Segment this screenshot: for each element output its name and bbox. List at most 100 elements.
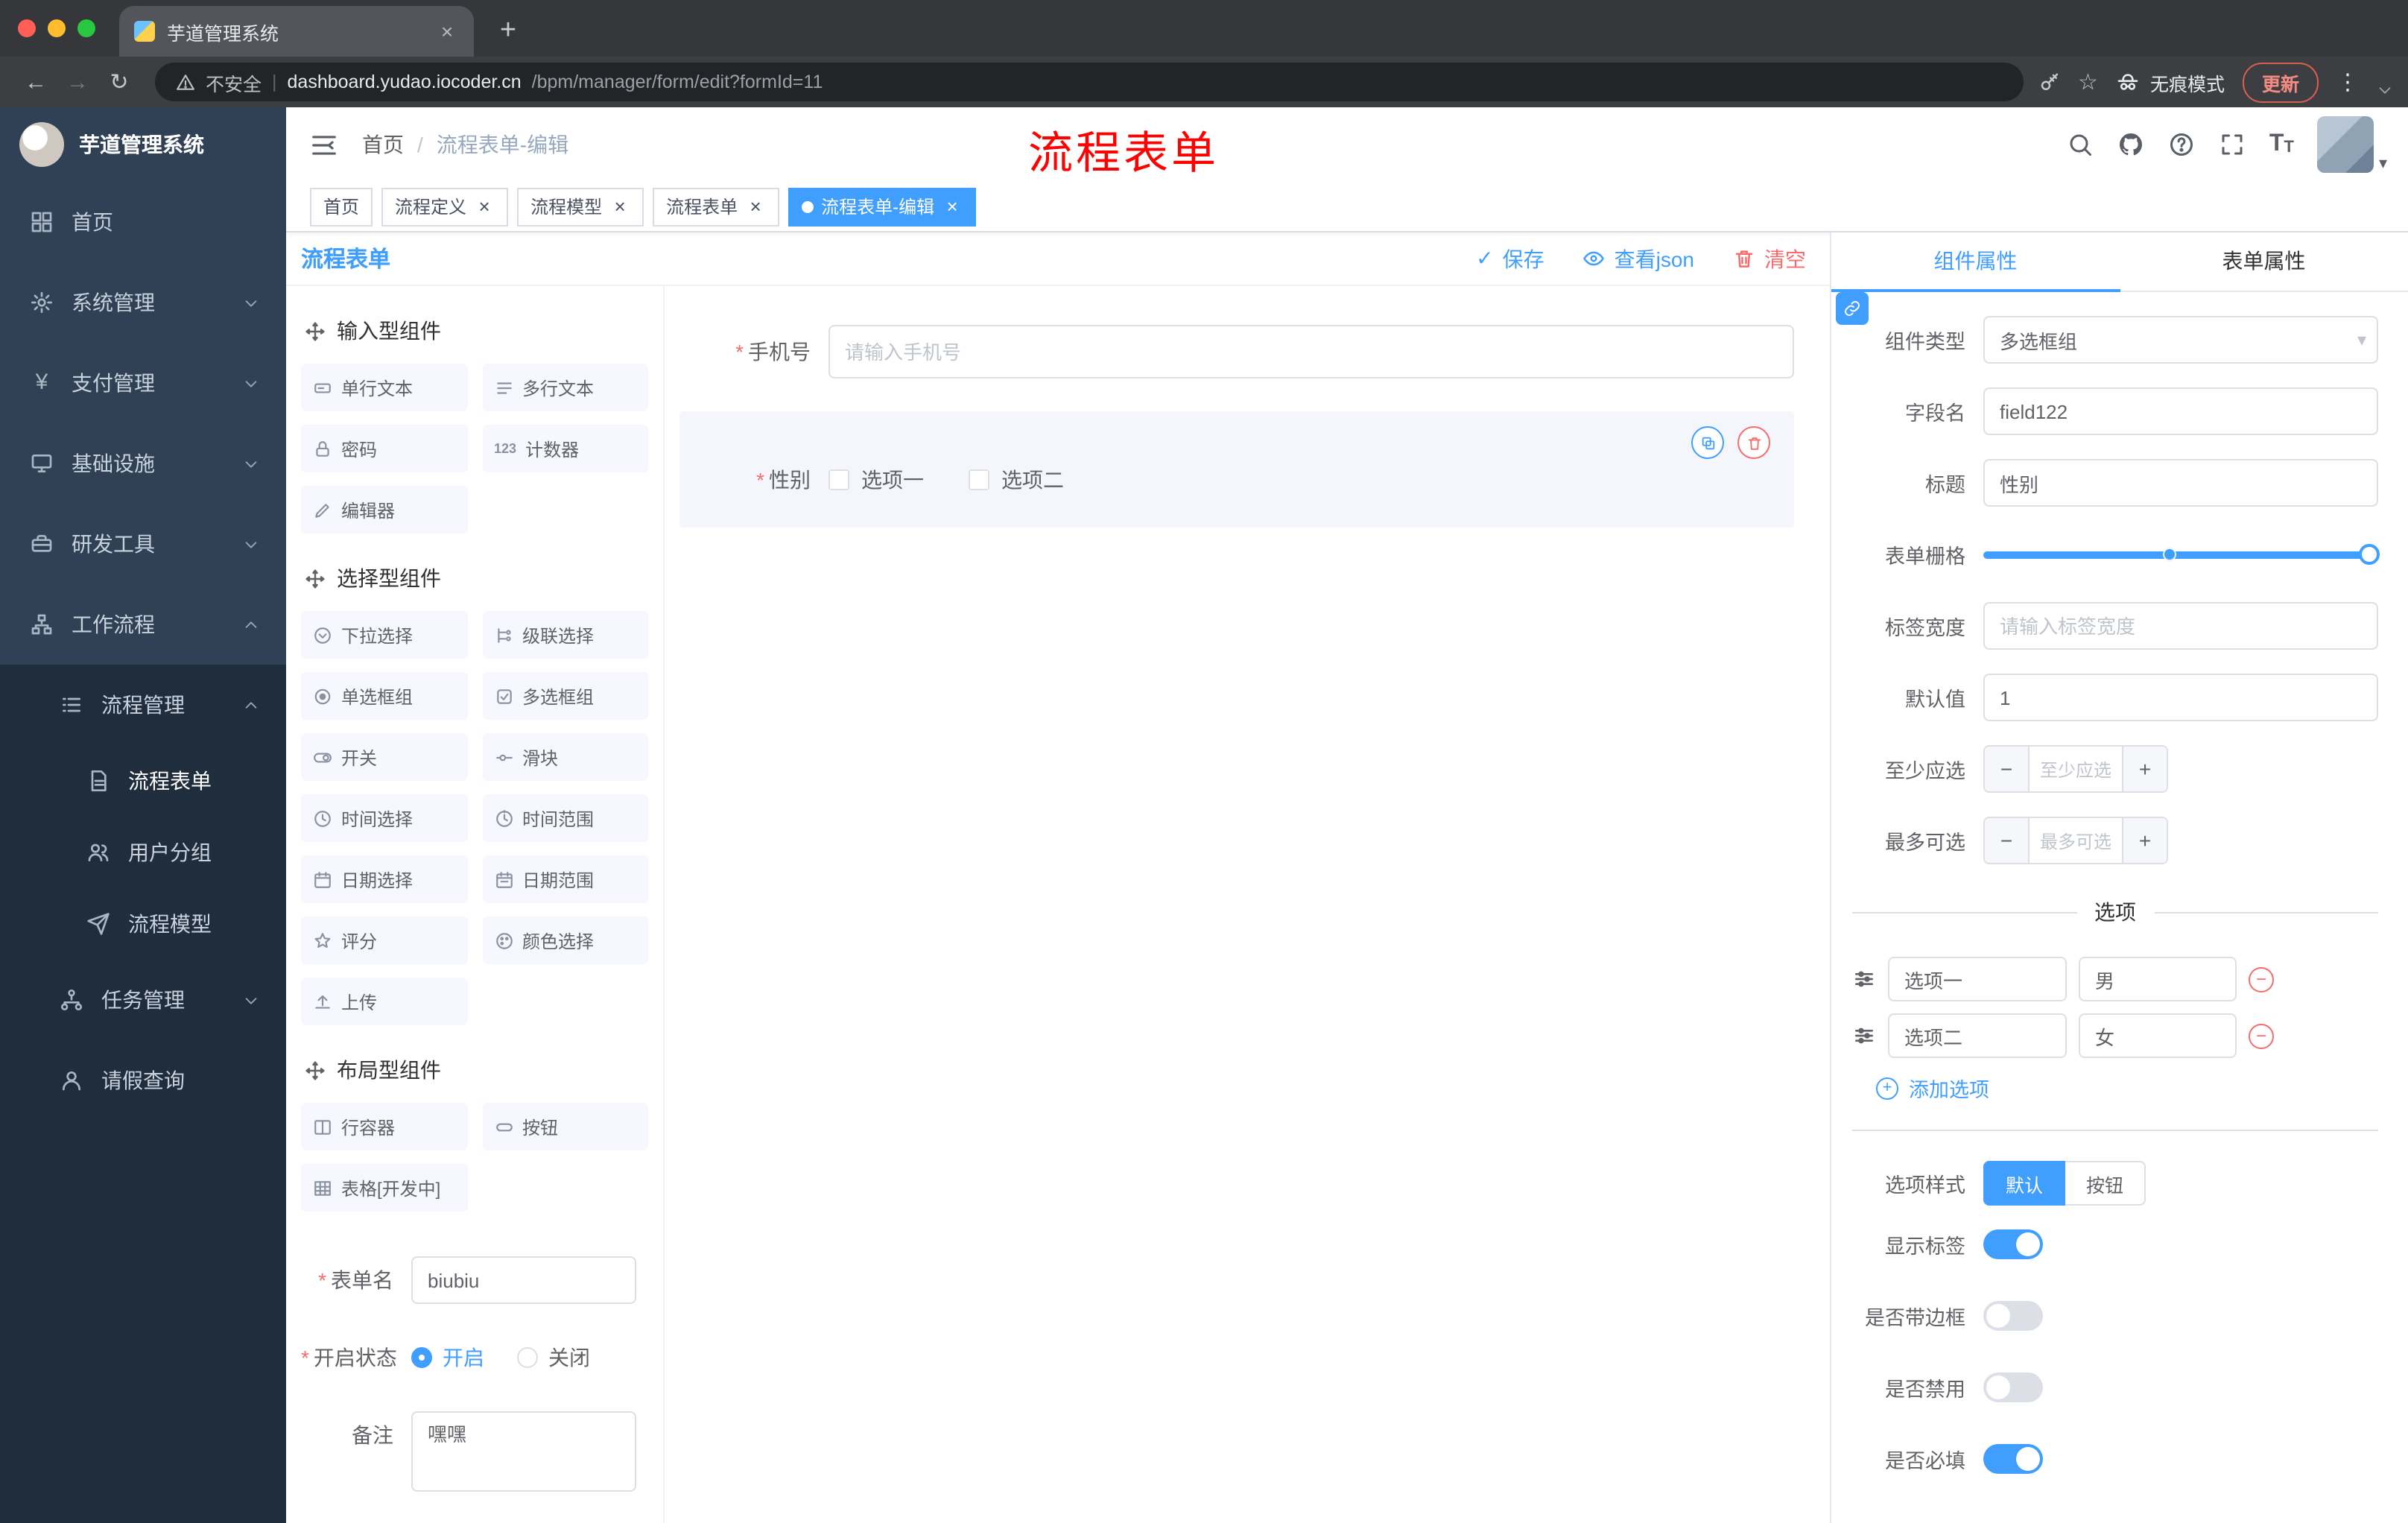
github-icon[interactable] [2117,131,2144,158]
sidebar-item-devtools[interactable]: 研发工具 [0,504,286,584]
status-off-radio[interactable]: 关闭 [517,1343,590,1372]
label-width-input[interactable] [1983,602,2378,650]
tag-close-icon[interactable]: × [942,195,963,218]
tag-process-model[interactable]: 流程模型 × [517,187,644,226]
decrease-button[interactable]: − [1985,747,2030,791]
option2-label-input[interactable] [1888,1013,2067,1058]
close-window-button[interactable] [18,19,36,37]
drag-handle-icon[interactable] [1852,1024,1876,1048]
forward-icon[interactable]: → [57,69,98,95]
decrease-button[interactable]: − [1985,818,2030,863]
clear-button[interactable]: 清空 [1733,244,1806,273]
tag-process-form[interactable]: 流程表单 × [653,187,780,226]
increase-button[interactable]: + [2122,747,2167,791]
option2-value-input[interactable] [2079,1013,2237,1058]
component-row-container[interactable]: 行容器 [301,1103,467,1150]
sidebar-item-process-form[interactable]: 流程表单 [0,745,286,817]
update-button[interactable]: 更新 [2242,62,2319,102]
sidebar-item-system[interactable]: 系统管理 [0,262,286,343]
chevron-down-icon[interactable] [2377,81,2393,98]
component-password[interactable]: 密码 [301,425,467,472]
form-remark-textarea[interactable]: 嘿嘿 [411,1411,636,1492]
sidebar-item-task-mgmt[interactable]: 任务管理 [0,960,286,1040]
title-input[interactable] [1983,459,2378,507]
component-single-text[interactable]: 单行文本 [301,364,467,411]
text-size-icon[interactable]: TT [2269,132,2294,156]
grid-slider[interactable] [1983,531,2380,578]
min-select-value[interactable]: 至少应选 [2030,747,2122,791]
required-toggle[interactable] [1983,1444,2043,1474]
browser-tab[interactable]: 芋道管理系统 × [119,6,474,57]
gender-field-block[interactable]: * 性别 选项一 选项二 [679,411,1794,528]
tag-home[interactable]: 首页 [310,187,373,226]
back-icon[interactable]: ← [15,69,57,95]
disabled-toggle[interactable] [1983,1372,2043,1402]
tag-process-definition[interactable]: 流程定义 × [381,187,509,226]
status-on-radio[interactable]: 开启 [411,1343,484,1372]
drag-handle-icon[interactable] [1852,967,1876,991]
help-icon[interactable] [2168,131,2195,158]
save-button[interactable]: ✓ 保存 [1476,244,1544,273]
tag-process-form-edit[interactable]: 流程表单-编辑 × [788,187,977,226]
component-date-picker[interactable]: 日期选择 [301,855,467,903]
phone-field-row[interactable]: * 手机号 [679,325,1794,379]
component-time-range[interactable]: 时间范围 [482,794,648,842]
gender-option2-checkbox[interactable]: 选项二 [969,465,1064,495]
field-name-input[interactable] [1983,387,2378,435]
show-label-toggle[interactable] [1983,1229,2043,1259]
option1-label-input[interactable] [1888,957,2067,1001]
tab-close-icon[interactable]: × [435,19,459,43]
tag-close-icon[interactable]: × [474,195,495,218]
remove-option-button[interactable]: − [2249,966,2274,992]
avatar[interactable] [2317,116,2374,173]
copy-component-button[interactable] [1691,426,1724,459]
component-upload[interactable]: 上传 [301,978,467,1025]
option1-value-input[interactable] [2079,957,2237,1001]
default-value-input[interactable] [1983,674,2378,721]
new-tab-button[interactable]: + [489,15,527,48]
phone-input[interactable] [828,325,1794,379]
component-editor[interactable]: 编辑器 [301,486,467,533]
sidebar-item-process-model[interactable]: 流程模型 [0,888,286,960]
form-name-input[interactable] [411,1256,636,1304]
sidebar-item-leave-query[interactable]: 请假查询 [0,1040,286,1121]
add-option-button[interactable]: + 添加选项 [1876,1073,2378,1103]
link-badge[interactable] [1836,292,1869,325]
slider-handle[interactable] [2359,544,2380,565]
maximize-window-button[interactable] [77,19,95,37]
sidebar-item-payment[interactable]: ¥ 支付管理 [0,343,286,423]
tab-component-props[interactable]: 组件属性 [1831,232,2120,292]
fullscreen-icon[interactable] [2219,131,2246,158]
delete-component-button[interactable] [1737,426,1770,459]
url-bar[interactable]: 不安全 | dashboard.yudao.iocoder.cn/bpm/man… [155,63,2024,101]
component-radio-group[interactable]: 单选框组 [301,672,467,720]
reload-icon[interactable]: ↻ [98,69,140,95]
style-default-button[interactable]: 默认 [1983,1161,2066,1206]
component-counter[interactable]: 123 计数器 [482,425,648,472]
hamburger-icon[interactable] [286,130,362,159]
component-checkbox-group[interactable]: 多选框组 [482,672,648,720]
component-cascader[interactable]: 级联选择 [482,611,648,659]
component-date-range[interactable]: 日期范围 [482,855,648,903]
tag-close-icon[interactable]: × [745,195,766,218]
tab-form-props[interactable]: 表单属性 [2120,232,2408,291]
search-icon[interactable] [2067,131,2094,158]
increase-button[interactable]: + [2122,818,2167,863]
sidebar-item-home[interactable]: 首页 [0,182,286,262]
remove-option-button[interactable]: − [2249,1023,2274,1048]
component-button[interactable]: 按钮 [482,1103,648,1150]
view-json-button[interactable]: 查看json [1583,244,1694,273]
sidebar-item-workflow[interactable]: 工作流程 [0,584,286,665]
tag-close-icon[interactable]: × [609,195,630,218]
minimize-window-button[interactable] [48,19,66,37]
border-toggle[interactable] [1983,1301,2043,1331]
component-switch[interactable]: 开关 [301,733,467,781]
component-multi-text[interactable]: 多行文本 [482,364,648,411]
avatar-wrap[interactable]: ▾ [2317,116,2387,173]
component-select[interactable]: 下拉选择 [301,611,467,659]
sidebar-logo[interactable]: 芋道管理系统 [0,107,286,182]
component-slider[interactable]: 滑块 [482,733,648,781]
component-table[interactable]: 表格[开发中] [301,1164,467,1212]
slider-track[interactable] [1983,544,2380,565]
sidebar-item-process-mgmt[interactable]: 流程管理 [0,665,286,745]
